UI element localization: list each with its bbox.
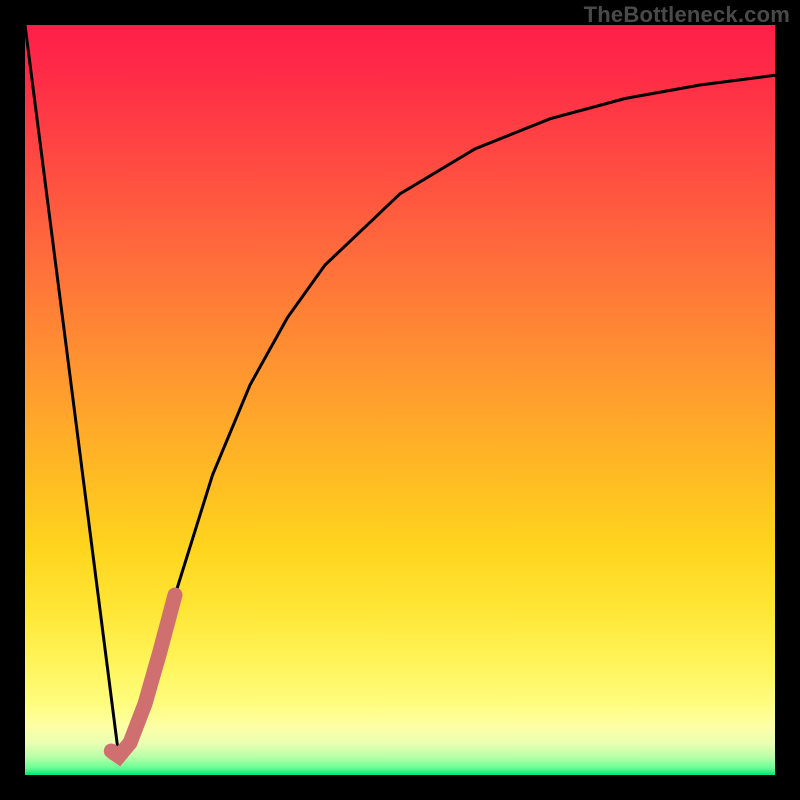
chart-frame: TheBottleneck.com bbox=[0, 0, 800, 800]
plot-area bbox=[25, 25, 775, 775]
gradient-background bbox=[25, 25, 775, 775]
plot-svg bbox=[25, 25, 775, 775]
